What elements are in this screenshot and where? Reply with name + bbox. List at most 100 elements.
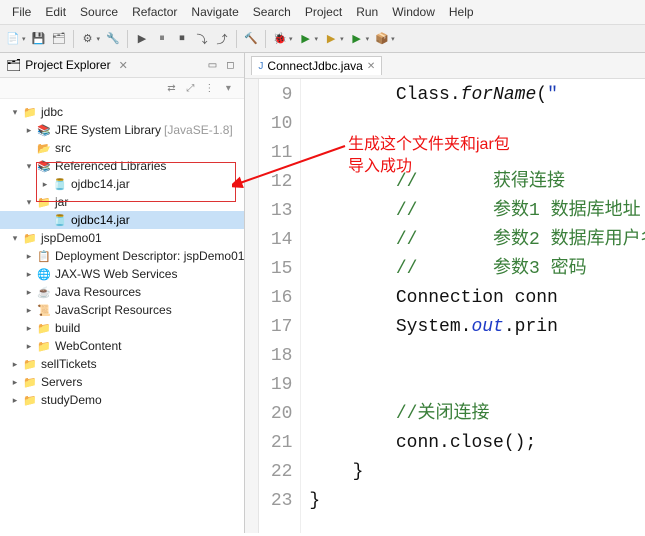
tree-label: ojdbc14.jar [71,213,130,227]
tree-item[interactable]: ▸📋Deployment Descriptor: jspDemo01 [0,247,244,265]
folder-icon: 📁 [36,339,52,353]
twisty-icon[interactable]: ▾ [8,233,22,244]
editor-body[interactable]: 91011121314151617181920212223 Class.forN… [245,79,645,533]
menu-project[interactable]: Project [299,3,348,21]
step-icon[interactable]: ⤵ [193,30,211,48]
line-gutter: 91011121314151617181920212223 [259,79,301,533]
play-icon[interactable]: ▶ [133,30,151,48]
twisty-icon[interactable]: ▸ [22,323,36,334]
dropdown-icon[interactable]: ▾ [289,35,293,43]
tree-label: WebContent [55,339,122,353]
code-area[interactable]: Class.forName(" // 获得连接 // 参数1 数据库地址 // … [301,79,645,533]
tree-item[interactable]: ▸📁studyDemo [0,391,244,409]
link-icon[interactable]: ⤢ [182,81,198,95]
minimize-icon[interactable]: ▭ [204,57,220,73]
menu-search[interactable]: Search [247,3,297,21]
twisty-icon[interactable]: ▸ [22,251,36,262]
stop-icon[interactable]: ⏹ [173,30,191,48]
menu-help[interactable]: Help [443,3,480,21]
tree-label: JAX-WS Web Services [55,267,177,281]
tree-label: studyDemo [41,393,102,407]
folder-icon: 📁 [36,321,52,335]
toolbar: 📄▾ 💾 🗂 ⚙▾ 🔧 ▶ ⏸ ⏹ ⤵ ⤴ 🔨 🐞▾ ▶▾ ▶▾ ▶▾ 📦▾ [0,25,645,53]
pause-icon[interactable]: ⏸ [153,30,171,48]
menu-refactor[interactable]: Refactor [126,3,183,21]
debug-icon[interactable]: 🐞 [271,30,289,48]
project-icon: 📁 [22,105,38,119]
external-icon[interactable]: 📦 [373,30,391,48]
close-icon[interactable]: ✕ [119,59,128,72]
twisty-icon[interactable]: ▾ [8,107,22,118]
editor-tab[interactable]: J ConnectJdbc.java ✕ [251,56,382,75]
dropdown-icon[interactable]: ▾ [315,35,319,43]
tree-item[interactable]: ▸📚JRE System Library[JavaSE-1.8] [0,121,244,139]
close-icon[interactable]: ✕ [367,61,375,72]
twisty-icon[interactable]: ▸ [8,395,22,406]
run-icon[interactable]: ▶ [297,30,315,48]
maximize-icon[interactable]: ◻ [222,57,238,73]
filter-icon[interactable]: ⋮ [201,81,217,95]
tree-item[interactable]: ▾📁jspDemo01 [0,229,244,247]
editor-ruler [245,79,259,533]
tree-label: src [55,141,71,155]
coverage-icon[interactable]: ▶ [322,30,340,48]
tree-item[interactable]: ▸📁Servers [0,373,244,391]
menu-file[interactable]: File [6,3,37,21]
tree-label: Servers [41,375,82,389]
tree-label: Java Resources [55,285,141,299]
jaxws-icon: 🌐 [36,267,52,281]
dropdown-icon[interactable]: ▾ [340,35,344,43]
tree-label: jdbc [41,105,63,119]
dropdown-icon[interactable]: ▾ [22,35,26,43]
collapse-icon[interactable]: ⇄ [163,81,179,95]
tree-item[interactable]: ▸📁WebContent [0,337,244,355]
dropdown-icon[interactable]: ▾ [97,35,101,43]
menu-navigate[interactable]: Navigate [185,3,244,21]
save-icon[interactable]: 💾 [30,30,48,48]
dropdown-icon[interactable]: ▾ [391,35,395,43]
resume-icon[interactable]: ⤴ [213,30,231,48]
project-explorer-panel: 🗂 Project Explorer ✕ ▭ ◻ ⇄ ⤢ ⋮ ▾ ▾📁jdbc▸… [0,53,245,533]
tree-label: Deployment Descriptor: jspDemo01 [55,249,244,263]
java-file-icon: J [258,61,263,72]
menu-edit[interactable]: Edit [39,3,72,21]
tree-item[interactable]: 📂src [0,139,244,157]
tree-decoration: [JavaSE-1.8] [164,123,233,137]
new-icon[interactable]: 📄 [4,30,22,48]
saveall-icon[interactable]: 🗂 [50,30,68,48]
server-icon[interactable]: ⚙ [79,30,97,48]
twisty-icon[interactable]: ▾ [22,161,36,172]
twisty-icon[interactable]: ▸ [22,125,36,136]
menu-run[interactable]: Run [350,3,384,21]
dropdown-icon[interactable]: ▾ [366,35,370,43]
tree-item[interactable]: ▸📜JavaScript Resources [0,301,244,319]
twisty-icon[interactable]: ▸ [22,287,36,298]
tree-item[interactable]: ▾📁jdbc [0,103,244,121]
tree-label: JRE System Library [55,123,161,137]
srcfolder-icon: 📂 [36,141,52,155]
menu-icon[interactable]: ▾ [220,81,236,95]
project-icon: 📁 [22,357,38,371]
run-last-icon[interactable]: ▶ [348,30,366,48]
tree-item[interactable]: ▸📁sellTickets [0,355,244,373]
twisty-icon[interactable]: ▸ [22,269,36,280]
menubar: File Edit Source Refactor Navigate Searc… [0,0,645,25]
project-icon: 📁 [22,231,38,245]
menu-window[interactable]: Window [386,3,441,21]
tree-item[interactable]: ▸☕Java Resources [0,283,244,301]
tree-item[interactable]: ▸🌐JAX-WS Web Services [0,265,244,283]
editor-tabs: J ConnectJdbc.java ✕ [245,53,645,79]
tree-item[interactable]: ▸📁build [0,319,244,337]
twisty-icon[interactable]: ▸ [8,359,22,370]
tree-item[interactable]: 🫙ojdbc14.jar [0,211,244,229]
menu-source[interactable]: Source [74,3,124,21]
jsres-icon: 📜 [36,303,52,317]
panel-title: 🗂 Project Explorer ✕ [6,58,128,72]
explorer-icon: 🗂 [6,58,21,72]
twisty-icon[interactable]: ▸ [22,305,36,316]
debug-server-icon[interactable]: 🔧 [104,30,122,48]
twisty-icon[interactable]: ▾ [22,197,36,208]
twisty-icon[interactable]: ▸ [8,377,22,388]
twisty-icon[interactable]: ▸ [22,341,36,352]
build-icon[interactable]: 🔨 [242,30,260,48]
